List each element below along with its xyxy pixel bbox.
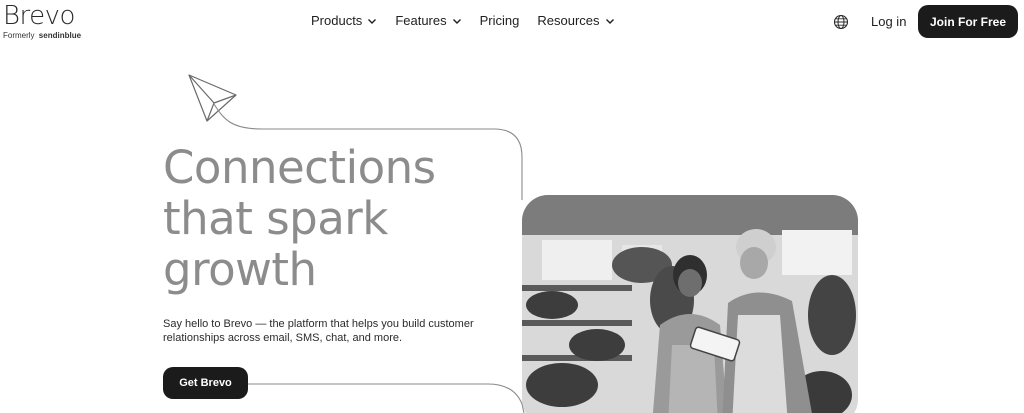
hero-subtext: Say hello to Brevo — the platform that h…: [163, 318, 474, 344]
decorative-line-art: [188, 74, 525, 413]
chevron-down-icon: [368, 19, 377, 24]
nav-pricing-label: Pricing: [479, 13, 520, 28]
chevron-down-icon: [605, 19, 614, 24]
hero-photo: [522, 195, 858, 413]
hero-photo-illustration: [522, 195, 858, 413]
get-brevo-button[interactable]: Get Brevo: [163, 367, 248, 399]
chevron-down-icon: [452, 19, 461, 24]
logo-wordmark: Brevo: [3, 1, 75, 31]
logo-formerly-label: Formerly: [3, 31, 35, 40]
globe-icon[interactable]: [833, 14, 849, 30]
hero-headline: Connections that spark growth: [163, 142, 436, 295]
nav-features-label: Features: [395, 13, 447, 28]
nav-resources[interactable]: Resources: [537, 13, 614, 29]
nav-resources-label: Resources: [537, 13, 600, 28]
logo-former-brand: sendinblue: [38, 31, 82, 40]
nav-features[interactable]: Features: [395, 13, 461, 29]
nav-pricing[interactable]: Pricing: [480, 13, 520, 29]
brevo-logo[interactable]: Brevo Formerly sendinblue: [3, 2, 81, 40]
nav-products[interactable]: Products: [311, 13, 377, 29]
login-link[interactable]: Log in: [871, 14, 906, 30]
logo-formerly-line: Formerly sendinblue: [3, 31, 81, 40]
headline-line-3: growth: [163, 243, 317, 296]
headline-line-1: Connections: [163, 141, 436, 194]
headline-line-2: that spark: [163, 192, 388, 245]
join-for-free-button[interactable]: Join For Free: [918, 5, 1018, 38]
connector-line-bottom: [248, 383, 525, 413]
site-header: Brevo Formerly sendinblue Products Featu…: [0, 0, 1024, 44]
main-nav: Products Features Pricing Resources: [311, 13, 633, 29]
nav-products-label: Products: [311, 13, 363, 28]
paper-plane-icon: [188, 74, 237, 122]
